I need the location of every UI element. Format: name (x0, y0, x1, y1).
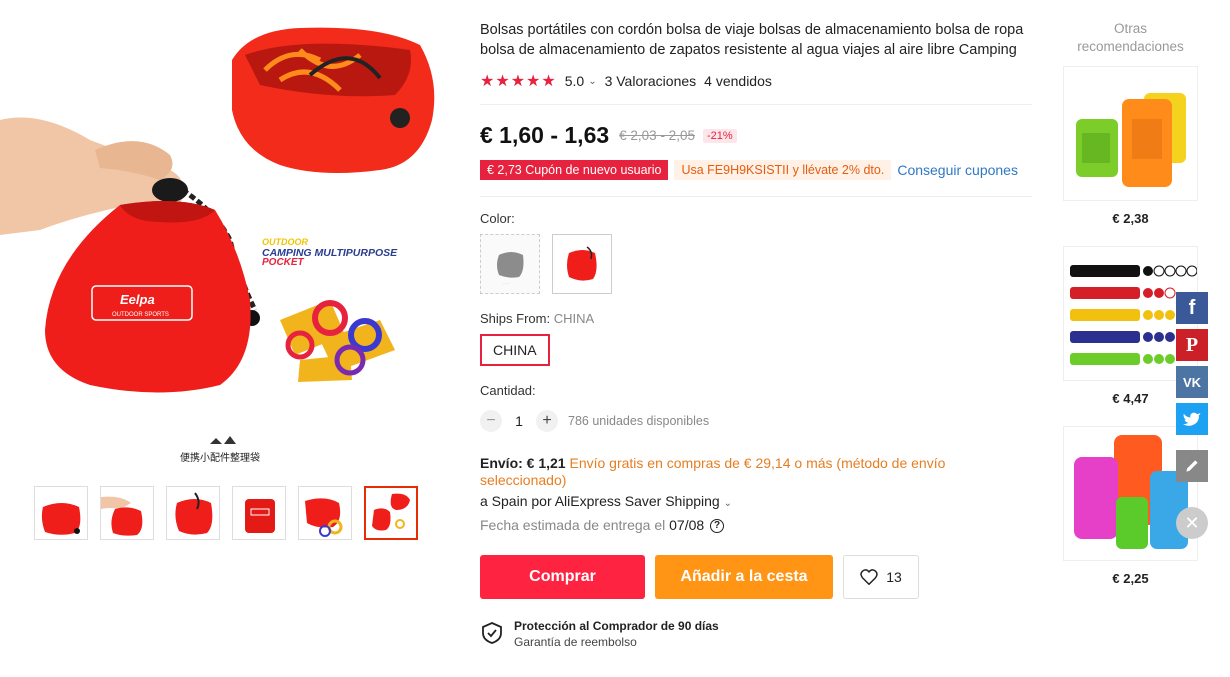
recommendation-price-3: € 2,25 (1112, 571, 1149, 586)
protection-subtitle: Garantía de reembolso (514, 635, 637, 650)
recommendations-title: Otras recomendaciones (1077, 21, 1184, 54)
ships-from-option-china[interactable]: CHINA (480, 334, 550, 366)
pinterest-share-button[interactable]: P (1176, 329, 1208, 361)
quantity-value[interactable]: 1 (502, 413, 536, 429)
rating-row: ★★★★★ 5.0 ⌄ 3 Valoraciones 4 vendidos (480, 70, 1032, 92)
recommendation-item-1[interactable] (1063, 66, 1198, 201)
promo-code-offer[interactable]: Usa FE9H9KSISTII y llévate 2% dto. (674, 160, 892, 180)
chevron-down-icon[interactable]: ⌄ (588, 76, 596, 87)
brand-sub: OUTDOOR SPORTS (112, 312, 169, 318)
sold-count: 4 vendidos (704, 73, 772, 89)
delivery-label: Fecha estimada de entrega el (480, 517, 666, 533)
price-row: € 1,60 - 1,63 € 2,03 - 2,05 -21% (480, 122, 1032, 149)
main-product-image[interactable]: OUTDOOR CAMPING MULTIPURPOSE POCKET Eelp… (0, 0, 450, 470)
pinterest-icon: P (1185, 333, 1199, 356)
thumbnail-6[interactable] (364, 486, 418, 540)
new-user-coupon[interactable]: € 2,73 Cupón de nuevo usuario (480, 160, 669, 180)
svg-text:·····: ····· (503, 281, 510, 286)
thumbnail-strip (34, 486, 418, 540)
current-price: € 1,60 - 1,63 (480, 122, 610, 148)
twitter-share-button[interactable] (1176, 403, 1208, 435)
thumbnail-4[interactable] (232, 486, 286, 540)
buyer-protection: Protección al Comprador de 90 días Garan… (480, 619, 1032, 649)
chevron-down-icon[interactable]: ⌄ (724, 498, 732, 509)
delivery-date: 07/08 (669, 517, 705, 533)
pencil-icon (1186, 460, 1198, 472)
color-options: ····· (480, 234, 1032, 294)
quantity-stepper: − 1 + 786 unidades disponibles (480, 410, 1032, 432)
ships-from-text: Ships From: (480, 311, 551, 326)
original-price: € 2,03 - 2,05 (619, 128, 695, 143)
star-rating-icon: ★★★★★ (480, 73, 557, 90)
divider (480, 104, 1032, 105)
vk-icon: VK (1182, 374, 1202, 390)
decrease-quantity-button[interactable]: − (480, 410, 502, 432)
image-caption: 便携小配件整理袋 (180, 451, 260, 464)
heart-icon (860, 569, 878, 586)
help-icon[interactable]: ? (710, 519, 725, 534)
delivery-estimate: Fecha estimada de entrega el 07/08 ? (480, 517, 1032, 534)
banner-line-1: OUTDOOR (262, 237, 308, 247)
recommendation-price-1: € 2,38 (1112, 211, 1149, 226)
color-option-red[interactable] (552, 234, 612, 294)
color-option-grey[interactable]: ····· (480, 234, 540, 294)
shield-check-icon (482, 622, 502, 645)
quantity-label: Cantidad: (480, 383, 536, 398)
wishlist-button[interactable]: 13 (843, 555, 919, 600)
close-share-button[interactable]: ✕ (1176, 507, 1208, 539)
add-to-cart-button[interactable]: Añadir a la cesta (655, 555, 833, 600)
coupon-row: € 2,73 Cupón de nuevo usuario Usa FE9H9K… (480, 160, 1032, 180)
buy-now-button[interactable]: Comprar (480, 555, 645, 600)
thumbnail-3[interactable] (166, 486, 220, 540)
vk-share-button[interactable]: VK (1176, 366, 1208, 398)
facebook-icon: f (1188, 296, 1196, 319)
facebook-share-button[interactable]: f (1176, 292, 1208, 324)
twitter-icon (1183, 412, 1201, 426)
edit-share-button[interactable] (1176, 450, 1208, 482)
discount-badge: -21% (702, 128, 737, 143)
rating-value[interactable]: 5.0 (565, 73, 584, 89)
color-label: Color: (480, 211, 515, 226)
close-icon: ✕ (1184, 512, 1200, 533)
protection-title: Protección al Comprador de 90 días (514, 619, 719, 634)
product-photo: OUTDOOR CAMPING MULTIPURPOSE POCKET Eelp… (0, 27, 435, 464)
thumbnail-5[interactable] (298, 486, 352, 540)
shipping-info: Envío: € 1,21 Envío gratis en compras de… (480, 455, 1032, 489)
shipping-method[interactable]: a Spain por AliExpress Saver Shipping ⌄ (480, 493, 1032, 509)
ships-from-label: Ships From: CHINA (480, 311, 1032, 326)
ships-from-value: CHINA (553, 311, 595, 326)
purchase-actions: Comprar Añadir a la cesta 13 (480, 555, 1032, 600)
product-title: Bolsas portátiles con cordón bolsa de vi… (480, 22, 1024, 58)
thumbnail-2[interactable] (100, 486, 154, 540)
reviews-link[interactable]: 3 Valoraciones (605, 73, 697, 89)
shipping-method-text[interactable]: a Spain por AliExpress Saver Shipping (480, 493, 720, 509)
thumbnail-1[interactable] (34, 486, 88, 540)
recommendation-item-3[interactable] (1063, 426, 1198, 561)
product-info: Bolsas portátiles con cordón bolsa de vi… (480, 20, 1032, 649)
shipping-cost: Envío: € 1,21 (480, 455, 566, 471)
available-units: 786 unidades disponibles (568, 414, 710, 428)
wishlist-count: 13 (886, 569, 902, 586)
divider (480, 196, 1032, 197)
get-coupons-link[interactable]: Conseguir cupones (897, 162, 1018, 178)
increase-quantity-button[interactable]: + (536, 410, 558, 432)
brand-logo: Eelpa (120, 292, 155, 307)
banner-line-3: POCKET (262, 257, 305, 268)
